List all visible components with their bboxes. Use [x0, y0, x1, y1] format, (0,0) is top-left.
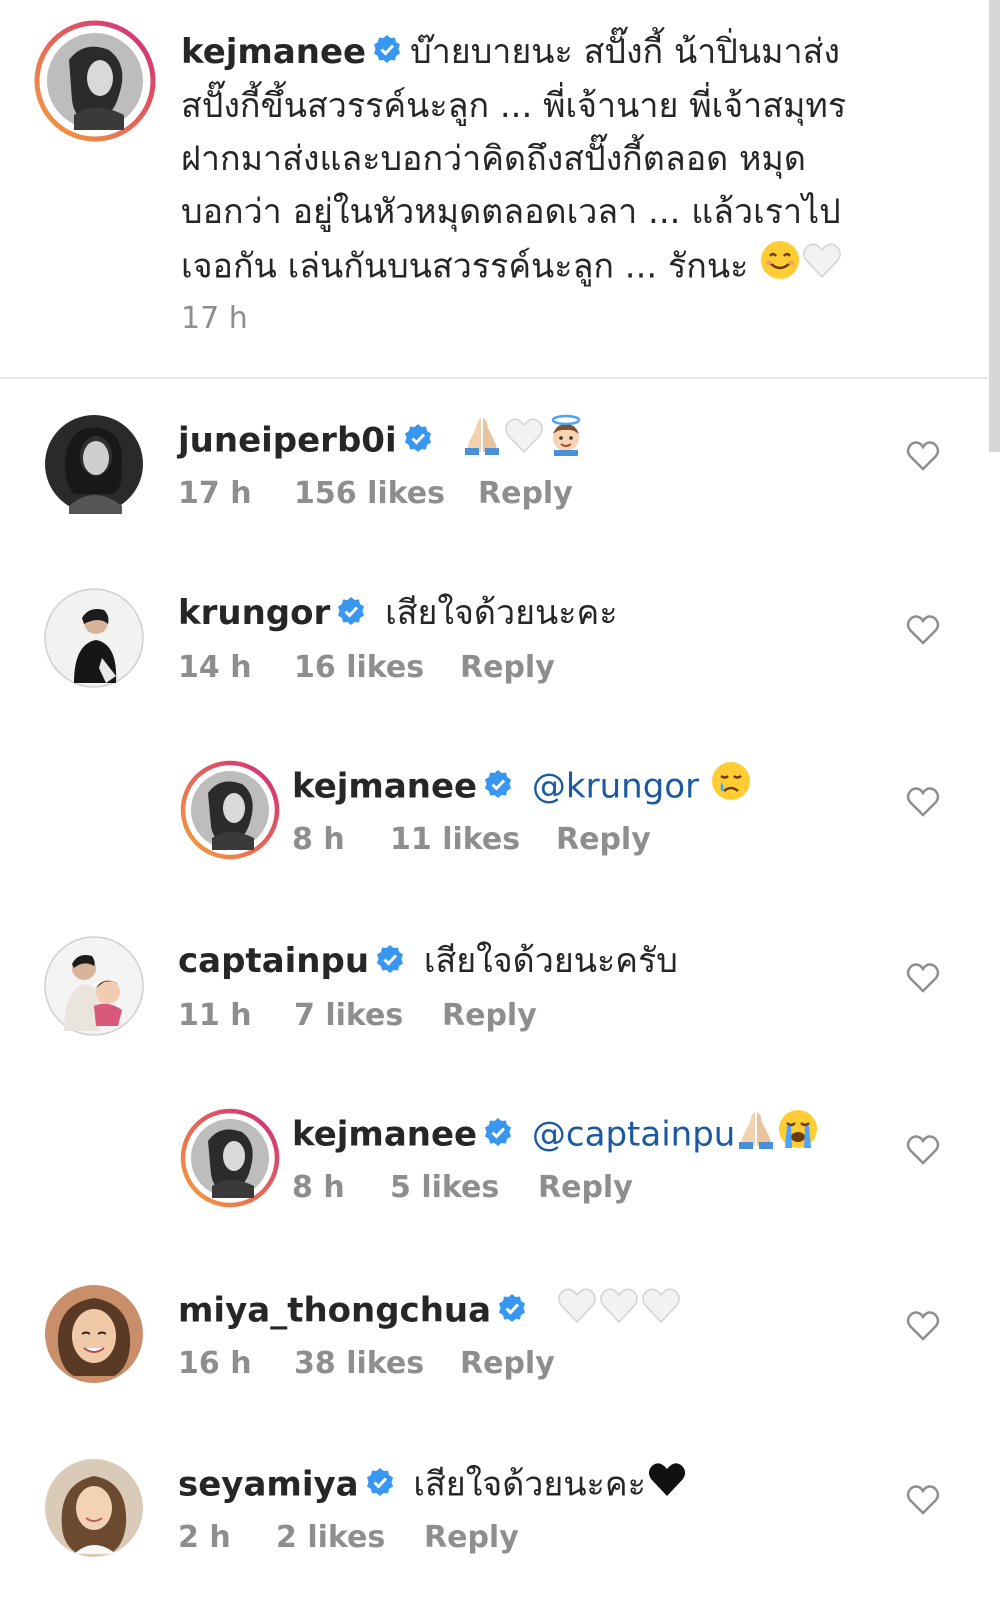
- white-heart-emoji: [503, 414, 545, 470]
- username[interactable]: kejmanee: [292, 767, 477, 807]
- comment-time: 14 h: [178, 650, 252, 685]
- comment: juneiperb0i 17 h 156 likes Reply: [0, 414, 988, 564]
- avatar[interactable]: [34, 20, 156, 142]
- caption-line: บอกว่า อยู่ในหัวหมุดตลอดเวลา ... แล้วเรา…: [181, 192, 841, 232]
- likes-count[interactable]: 156 likes: [294, 474, 478, 514]
- comment-time: 2 h: [178, 1520, 231, 1555]
- username[interactable]: seyamiya: [178, 1465, 359, 1505]
- comment-reply: kejmanee @krungor 8 h 11 likes Reply: [0, 760, 988, 910]
- caption-line: เจอกัน เล่นกันบนสวรรค์นะลูก ... รักนะ: [181, 246, 749, 287]
- avatar[interactable]: [180, 760, 280, 860]
- likes-count[interactable]: 38 likes: [294, 1344, 460, 1384]
- angel-emoji: [545, 414, 587, 470]
- avatar[interactable]: [44, 1458, 144, 1558]
- comment-time: 8 h: [292, 822, 345, 857]
- post-caption: kejmanee บ๊ายบายนะ สปั๊งกี้ น้าปิ่นมาส่ง …: [0, 0, 988, 379]
- white-heart-emoji: [598, 1284, 640, 1340]
- reply-button[interactable]: Reply: [556, 820, 651, 860]
- verified-badge-icon: [497, 1287, 527, 1337]
- caption-line: บ๊ายบายนะ สปั๊งกี้ น้าปิ่นมาส่ง: [410, 32, 840, 72]
- avatar[interactable]: [44, 936, 144, 1036]
- avatar[interactable]: [44, 414, 144, 514]
- mention-link[interactable]: @krungor: [532, 767, 699, 807]
- reply-button[interactable]: Reply: [460, 1344, 555, 1384]
- reply-button[interactable]: Reply: [478, 474, 573, 514]
- username[interactable]: kejmanee: [292, 1115, 477, 1155]
- comment: captainpu เสียใจด้วยนะครับ 11 h 7 likes Re…: [0, 936, 988, 1086]
- scrollbar[interactable]: [989, 0, 1000, 452]
- reply-button[interactable]: Reply: [442, 996, 537, 1036]
- like-heart-icon[interactable]: [906, 962, 940, 994]
- like-heart-icon[interactable]: [906, 1134, 940, 1166]
- avatar[interactable]: [44, 1284, 144, 1384]
- like-heart-icon[interactable]: [906, 440, 940, 472]
- white-heart-emoji: [801, 239, 843, 297]
- folded-hands-emoji: [735, 1108, 777, 1164]
- comment-time: 16 h: [178, 1346, 252, 1381]
- comment-text: เสียใจด้วยนะคะ: [413, 1464, 646, 1505]
- comment-reply: kejmanee @captainpu 8 h 5 likes Reply: [0, 1108, 988, 1258]
- mention-link[interactable]: @captainpu: [532, 1115, 735, 1155]
- verified-badge-icon: [372, 27, 402, 80]
- folded-hands-emoji: [461, 414, 503, 470]
- like-heart-icon[interactable]: [906, 1310, 940, 1342]
- likes-count[interactable]: 11 likes: [390, 820, 556, 860]
- likes-count[interactable]: 5 likes: [390, 1168, 538, 1208]
- white-heart-emoji: [640, 1284, 682, 1340]
- avatar[interactable]: [44, 588, 144, 688]
- verified-badge-icon: [375, 938, 405, 988]
- username[interactable]: kejmanee: [181, 32, 366, 72]
- caption-line: สปั๊งกี้ขึ้นสวรรค์นะลูก ... พี่เจ้านาย พ…: [181, 86, 847, 126]
- likes-count[interactable]: 7 likes: [294, 996, 442, 1036]
- caption-line: ฝากมาส่งและบอกว่าคิดถึงสปั๊งกี้ตลอด หมุด: [181, 139, 806, 179]
- like-heart-icon[interactable]: [906, 1484, 940, 1516]
- avatar[interactable]: [180, 1108, 280, 1208]
- username[interactable]: miya_thongchua: [178, 1291, 491, 1331]
- verified-badge-icon: [365, 1461, 395, 1511]
- comment-text: เสียใจด้วยนะคะ: [385, 593, 618, 633]
- reply-button[interactable]: Reply: [424, 1518, 519, 1558]
- comment: krungor เสียใจด้วยนะคะ 14 h 16 likes Reply: [0, 588, 988, 738]
- like-heart-icon[interactable]: [906, 786, 940, 818]
- like-heart-icon[interactable]: [906, 614, 940, 646]
- comment: miya_thongchua 16 h 38 likes Reply: [0, 1284, 988, 1434]
- reply-button[interactable]: Reply: [460, 648, 555, 688]
- verified-badge-icon: [483, 1111, 513, 1161]
- username[interactable]: captainpu: [178, 941, 369, 981]
- white-heart-emoji: [556, 1284, 598, 1340]
- verified-badge-icon: [403, 417, 433, 467]
- likes-count[interactable]: 2 likes: [276, 1518, 424, 1558]
- comment-time: 11 h: [178, 998, 252, 1033]
- black-heart-emoji: [646, 1458, 688, 1514]
- caption-text: kejmanee บ๊ายบายนะ สปั๊งกี้ น้าปิ่นมาส่ง …: [181, 26, 921, 297]
- smiling-face-emoji: [759, 239, 801, 297]
- reply-button[interactable]: Reply: [538, 1168, 633, 1208]
- crying-face-emoji: [710, 760, 752, 816]
- username[interactable]: juneiperb0i: [178, 421, 397, 461]
- likes-count[interactable]: 16 likes: [294, 648, 460, 688]
- comment-time: 17 h: [178, 476, 252, 511]
- username[interactable]: krungor: [178, 593, 330, 633]
- caption-time: 17 h: [181, 301, 248, 336]
- comment-time: 8 h: [292, 1170, 345, 1205]
- verified-badge-icon: [336, 590, 366, 640]
- loudly-crying-face-emoji: [777, 1108, 819, 1164]
- comment-text: เสียใจด้วยนะครับ: [423, 941, 678, 981]
- verified-badge-icon: [483, 763, 513, 813]
- comment: seyamiya เสียใจด้วยนะคะ 2 h 2 likes Reply: [0, 1458, 988, 1608]
